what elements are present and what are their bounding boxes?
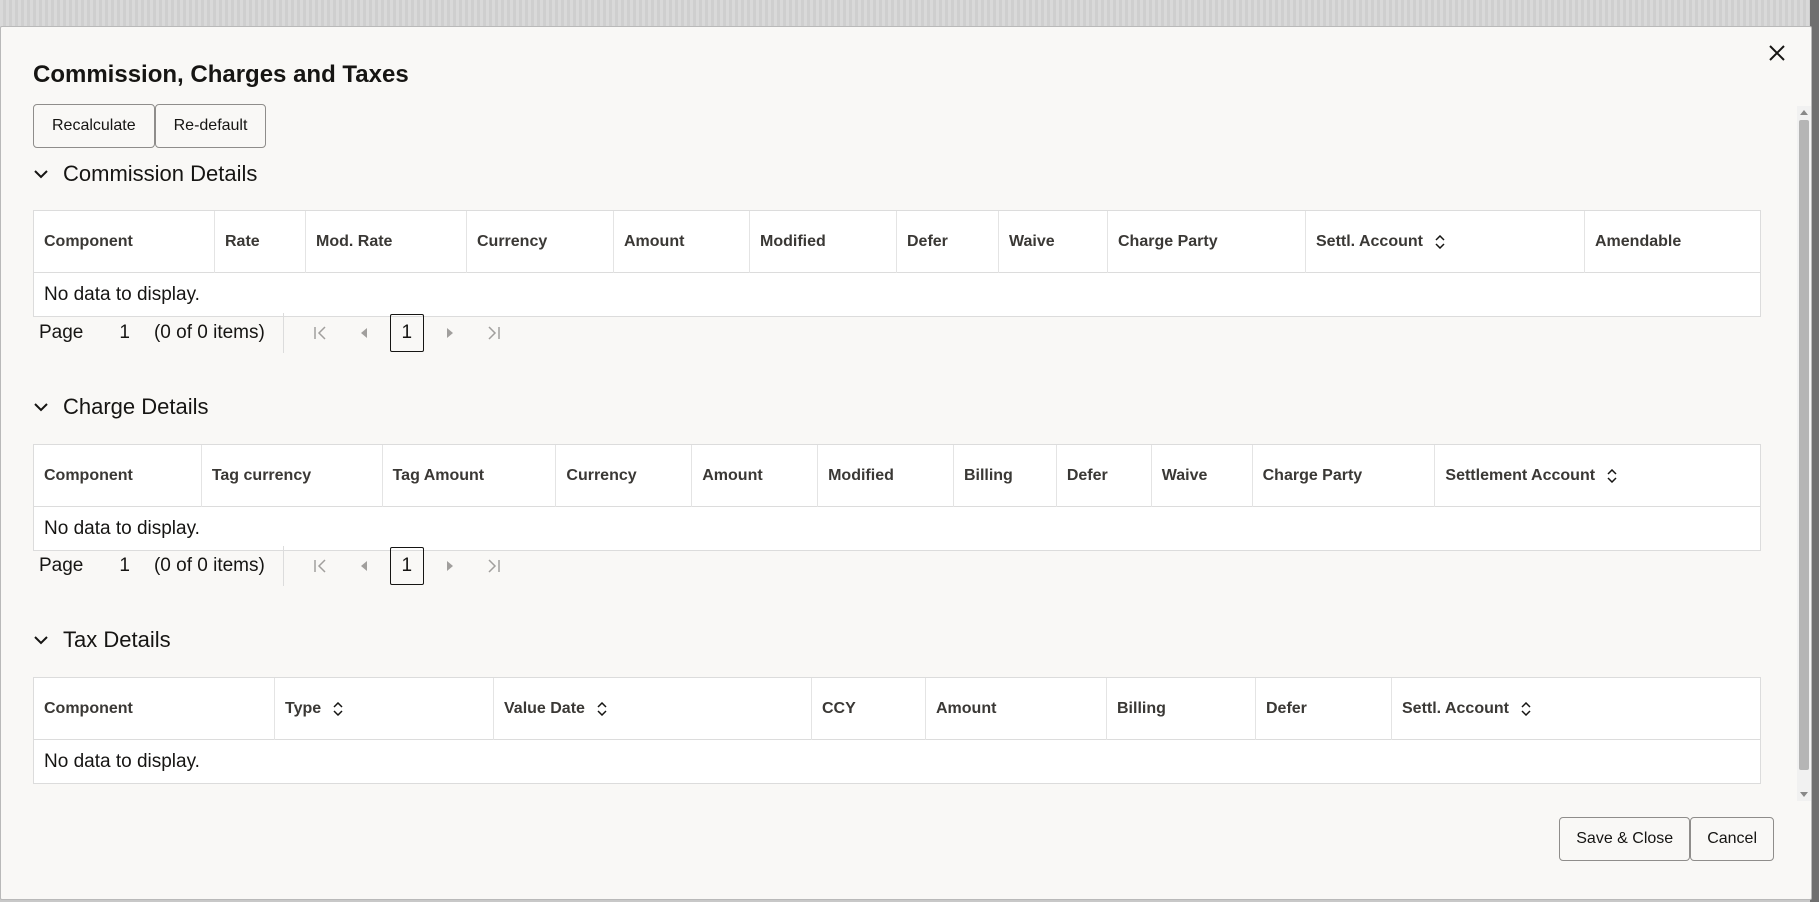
no-data-message: No data to display. xyxy=(44,750,200,772)
dialog-footer: Save & Close Cancel xyxy=(1559,817,1774,861)
commission-details-header[interactable]: Commission Details xyxy=(33,159,1761,189)
scroll-up-arrow-icon[interactable] xyxy=(1800,110,1808,115)
previous-page-icon[interactable] xyxy=(346,313,382,353)
column-header-label: Settl. Account xyxy=(1402,700,1509,717)
column-header[interactable]: Component xyxy=(34,678,275,740)
column-header-label: Type xyxy=(285,700,322,717)
toolbar: Recalculate Re-default xyxy=(33,104,267,148)
commission-charges-taxes-dialog: Commission, Charges and Taxes Recalculat… xyxy=(0,26,1812,900)
background-app-strip xyxy=(0,0,1819,28)
column-header[interactable]: Waive xyxy=(1152,445,1253,507)
current-page-button[interactable]: 1 xyxy=(389,547,424,585)
item-count: (0 of 0 items) xyxy=(153,555,265,576)
column-header[interactable]: Defer xyxy=(1057,445,1152,507)
column-header[interactable]: Amount xyxy=(614,211,750,273)
column-header[interactable]: Waive xyxy=(999,211,1108,273)
scroll-down-arrow-icon[interactable] xyxy=(1800,792,1808,797)
item-count: (0 of 0 items) xyxy=(153,322,265,343)
redefault-button[interactable]: Re-default xyxy=(154,104,267,148)
tax-details-header[interactable]: Tax Details xyxy=(33,625,1761,655)
table-header: Component Tag currency Tag Amount Curren… xyxy=(34,445,1760,507)
column-header[interactable]: Modified xyxy=(818,445,954,507)
column-header[interactable]: Currency xyxy=(467,211,614,273)
column-header[interactable]: Amount xyxy=(926,678,1107,740)
table-header: Component Rate Mod. Rate Currency Amount… xyxy=(34,211,1760,273)
column-header-sortable[interactable]: Settl. Account xyxy=(1306,211,1585,273)
page-number: 1 xyxy=(119,322,130,343)
column-header[interactable]: Defer xyxy=(1256,678,1392,740)
column-header[interactable]: CCY xyxy=(812,678,926,740)
column-header[interactable]: Charge Party xyxy=(1108,211,1306,273)
scrollbar[interactable] xyxy=(1797,106,1811,801)
column-header[interactable]: Component xyxy=(34,445,202,507)
charge-details-section: Charge Details Component Tag currency Ta… xyxy=(33,392,1761,586)
sort-icon[interactable] xyxy=(1607,469,1617,483)
column-header[interactable]: Amendable xyxy=(1585,211,1760,273)
column-header[interactable]: Charge Party xyxy=(1253,445,1436,507)
chevron-down-icon xyxy=(33,398,51,416)
column-header[interactable]: Tag Amount xyxy=(383,445,557,507)
section-title: Charge Details xyxy=(63,394,209,419)
charge-pagination: Page 1 (0 of 0 items) 1 xyxy=(33,546,520,586)
column-header-label: Settlement Account xyxy=(1445,467,1596,484)
sort-icon[interactable] xyxy=(333,702,343,716)
chevron-down-icon xyxy=(33,165,51,183)
column-header[interactable]: Billing xyxy=(954,445,1057,507)
column-header[interactable]: Tag currency xyxy=(202,445,383,507)
recalculate-button[interactable]: Recalculate xyxy=(33,104,155,148)
commission-details-section: Commission Details Component Rate Mod. R… xyxy=(33,159,1761,353)
close-icon[interactable] xyxy=(1761,37,1793,69)
sort-icon[interactable] xyxy=(1435,235,1445,249)
next-page-icon[interactable] xyxy=(432,313,468,353)
column-header-sortable[interactable]: Type xyxy=(275,678,494,740)
no-data-message: No data to display. xyxy=(44,517,200,539)
charge-table: Component Tag currency Tag Amount Curren… xyxy=(33,444,1761,551)
column-header[interactable]: Amount xyxy=(692,445,819,507)
page-label: Page xyxy=(39,322,84,343)
last-page-icon[interactable] xyxy=(476,313,512,353)
chevron-down-icon xyxy=(33,631,51,649)
column-header[interactable]: Component xyxy=(34,211,215,273)
section-title: Tax Details xyxy=(63,627,171,652)
page-label: Page xyxy=(39,555,84,576)
tax-details-section: Tax Details Component Type Value Date CC… xyxy=(33,625,1761,784)
dialog-title: Commission, Charges and Taxes xyxy=(33,61,409,88)
pager-divider xyxy=(282,546,284,586)
commission-table: Component Rate Mod. Rate Currency Amount… xyxy=(33,210,1761,317)
first-page-icon[interactable] xyxy=(302,313,338,353)
current-page-button[interactable]: 1 xyxy=(389,314,424,352)
sort-icon[interactable] xyxy=(1521,702,1531,716)
charge-details-header[interactable]: Charge Details xyxy=(33,392,1761,422)
commission-pagination: Page 1 (0 of 0 items) 1 xyxy=(33,313,520,353)
table-header: Component Type Value Date CCY Amount Bil… xyxy=(34,678,1760,740)
page-number: 1 xyxy=(119,555,130,576)
column-header[interactable]: Defer xyxy=(897,211,999,273)
next-page-icon[interactable] xyxy=(432,546,468,586)
column-header-label: Value Date xyxy=(504,700,585,717)
column-header[interactable]: Billing xyxy=(1107,678,1256,740)
sort-icon[interactable] xyxy=(597,702,607,716)
last-page-icon[interactable] xyxy=(476,546,512,586)
save-close-button[interactable]: Save & Close xyxy=(1559,817,1691,861)
column-header[interactable]: Rate xyxy=(215,211,306,273)
cancel-button[interactable]: Cancel xyxy=(1690,817,1774,861)
section-title: Commission Details xyxy=(63,161,258,186)
column-header[interactable]: Currency xyxy=(556,445,693,507)
column-header[interactable]: Modified xyxy=(750,211,897,273)
column-header[interactable]: Mod. Rate xyxy=(306,211,467,273)
column-header-label: Settl. Account xyxy=(1316,233,1423,250)
no-data-message: No data to display. xyxy=(44,283,200,305)
column-header-sortable[interactable]: Settl. Account xyxy=(1392,678,1760,740)
previous-page-icon[interactable] xyxy=(346,546,382,586)
scrollbar-thumb[interactable] xyxy=(1799,120,1809,770)
column-header-sortable[interactable]: Value Date xyxy=(494,678,812,740)
tax-table: Component Type Value Date CCY Amount Bil… xyxy=(33,677,1761,784)
column-header-sortable[interactable]: Settlement Account xyxy=(1435,445,1760,507)
first-page-icon[interactable] xyxy=(302,546,338,586)
pager-divider xyxy=(282,313,284,353)
